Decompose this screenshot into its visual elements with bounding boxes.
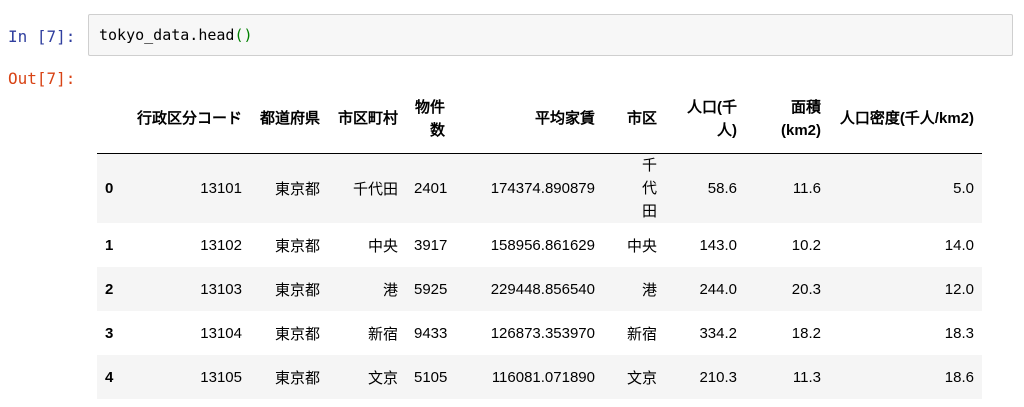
table-row: 3 13104 東京都 新宿 9433 126873.353970 新宿 334… (97, 311, 982, 355)
row-index: 0 (105, 180, 114, 197)
cell: 千代田 (603, 154, 665, 224)
header-col-density: 人口密度(千人/km2) (829, 84, 982, 154)
input-prompt: In [7]: (8, 27, 76, 46)
code-parens: () (234, 26, 253, 44)
row-index: 2 (105, 280, 114, 298)
cell: 東京都 (274, 325, 320, 343)
cell: 143.0 (699, 236, 737, 254)
code-text: tokyo_data.head (99, 26, 235, 44)
cell: 2401 (414, 180, 448, 197)
cell: 229448.856540 (490, 280, 595, 298)
header-col-municipality: 市区町村 (328, 84, 406, 154)
cell: 東京都 (274, 237, 320, 255)
cell: 5925 (414, 280, 448, 298)
cell: 千代田 (352, 181, 398, 198)
cell: 東京都 (274, 181, 320, 198)
cell: 126873.353970 (490, 324, 595, 342)
cell: 新宿 (367, 325, 398, 343)
header-col-code: 行政区分コード (127, 84, 250, 154)
cell: 5.0 (953, 180, 974, 197)
cell: 116081.071890 (491, 368, 595, 386)
cell: 14.0 (944, 236, 974, 254)
cell: 20.3 (791, 280, 821, 298)
cell: 9433 (414, 324, 448, 342)
row-index: 3 (105, 324, 114, 342)
cell: 18.3 (944, 324, 974, 342)
row-index: 1 (105, 236, 114, 254)
cell: 東京都 (274, 281, 320, 299)
cell: 174374.890879 (490, 180, 595, 197)
output-prompt: Out[7]: (8, 69, 76, 88)
cell: 東京都 (274, 369, 320, 387)
cell: 文京 (626, 369, 657, 387)
cell: 13105 (200, 368, 242, 386)
cell: 3917 (414, 236, 448, 254)
cell: 文京 (367, 369, 398, 387)
cell: 新宿 (626, 325, 657, 343)
cell: 港 (382, 281, 398, 299)
row-index: 4 (105, 368, 114, 386)
table-body: 0 13101 東京都 千代田 2401 174374.890879 千代田 5… (97, 153, 982, 399)
table-row: 4 13105 東京都 文京 5105 116081.071890 文京 210… (97, 355, 982, 399)
cell: 13101 (200, 180, 242, 197)
cell: 11.3 (792, 368, 821, 386)
cell: 334.2 (699, 324, 737, 342)
code-input-cell[interactable]: tokyo_data.head() (88, 14, 1013, 56)
cell: 11.6 (792, 180, 821, 197)
header-col-area: 面積(km2) (745, 84, 829, 154)
header-col-count: 物件数 (406, 84, 453, 154)
code-line[interactable]: tokyo_data.head() (99, 26, 253, 44)
cell: 10.2 (791, 236, 821, 254)
table-header: 行政区分コード 都道府県 市区町村 物件数 平均家賃 市区 人口(千人) 面積(… (97, 84, 982, 154)
header-col-ward: 市区 (603, 84, 665, 154)
cell: 13104 (200, 324, 242, 342)
cell: 5105 (414, 368, 448, 386)
header-index (97, 84, 127, 154)
cell: 中央 (626, 237, 657, 255)
cell: 13102 (200, 236, 242, 254)
header-col-prefecture: 都道府県 (250, 84, 328, 154)
cell: 158956.861629 (490, 236, 595, 254)
cell: 中央 (367, 237, 398, 255)
header-col-avg-rent: 平均家賃 (453, 84, 603, 154)
header-col-population: 人口(千人) (665, 84, 745, 154)
cell: 18.2 (791, 324, 821, 342)
cell-text: 千代田 (641, 157, 657, 220)
cell: 13103 (200, 280, 242, 298)
table-row: 1 13102 東京都 中央 3917 158956.861629 中央 143… (97, 223, 982, 267)
table-row: 2 13103 東京都 港 5925 229448.856540 港 244.0… (97, 267, 982, 311)
cell: 18.6 (944, 368, 974, 386)
dataframe-table: 行政区分コード 都道府県 市区町村 物件数 平均家賃 市区 人口(千人) 面積(… (97, 84, 982, 399)
cell: 210.3 (699, 368, 737, 386)
cell: 12.0 (944, 280, 974, 298)
cell: 244.0 (699, 280, 737, 298)
table-row: 0 13101 東京都 千代田 2401 174374.890879 千代田 5… (97, 153, 982, 224)
header-row: 行政区分コード 都道府県 市区町村 物件数 平均家賃 市区 人口(千人) 面積(… (97, 84, 982, 154)
cell: 58.6 (707, 180, 737, 197)
cell: 港 (641, 281, 657, 299)
